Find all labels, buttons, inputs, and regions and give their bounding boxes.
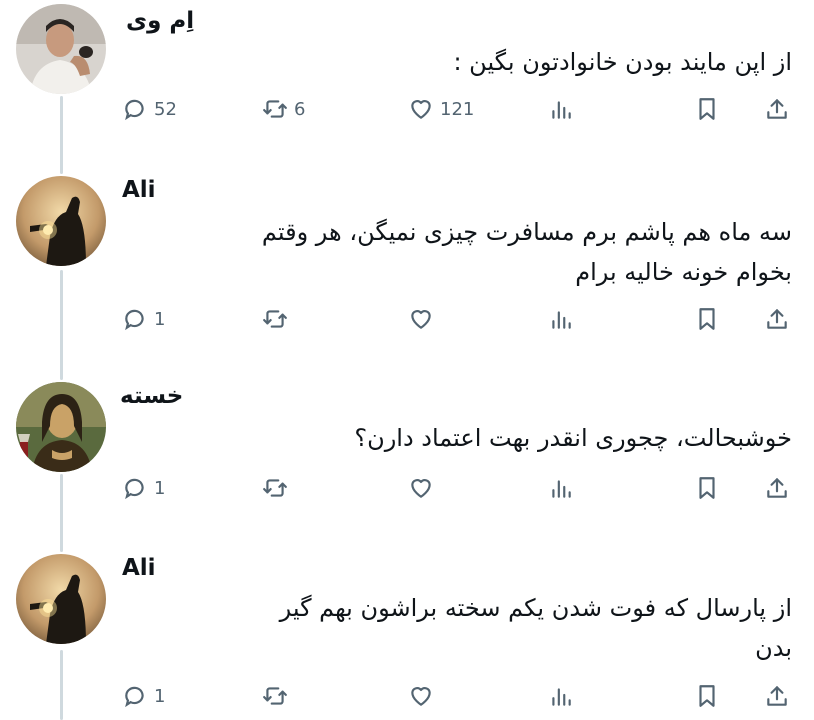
like-button[interactable]	[408, 299, 440, 339]
author-name[interactable]: Ali	[122, 555, 156, 581]
views-button[interactable]	[548, 468, 574, 508]
tweet-actions: 1	[0, 468, 814, 508]
bookmark-icon	[694, 96, 720, 122]
share-icon	[764, 96, 790, 122]
reply-button[interactable]: 1	[122, 468, 165, 508]
bookmark-button[interactable]	[694, 676, 720, 716]
like-icon	[408, 683, 434, 709]
avatar[interactable]	[16, 176, 106, 266]
views-icon	[548, 683, 574, 709]
retweet-icon	[262, 96, 288, 122]
views-icon	[548, 306, 574, 332]
views-button[interactable]	[548, 89, 574, 129]
like-button[interactable]	[408, 676, 440, 716]
share-icon	[764, 475, 790, 501]
share-icon	[764, 306, 790, 332]
reply-count: 52	[154, 98, 177, 120]
like-button[interactable]: 121	[408, 89, 474, 129]
author-name[interactable]: خسته	[120, 383, 183, 409]
tweet-actions: 52 6 121	[0, 89, 814, 129]
bookmark-icon	[694, 683, 720, 709]
reply-count: 1	[154, 308, 166, 330]
reply-button[interactable]: 1	[122, 299, 165, 339]
reply-button[interactable]: 52	[122, 89, 177, 129]
retweet-count: 6	[294, 98, 306, 120]
reply-icon	[122, 683, 148, 709]
retweet-button[interactable]	[262, 468, 294, 508]
tweet-text: از پارسال که فوت شدن یکم سخته براشون بهم…	[279, 594, 792, 662]
share-button[interactable]	[764, 468, 790, 508]
tweet-text: سه ماه هم پاشم برم مسافرت چیزی نمیگن، هر…	[261, 218, 792, 286]
reply-count: 1	[154, 477, 166, 499]
like-count: 121	[440, 98, 475, 120]
bookmark-icon	[694, 475, 720, 501]
like-button[interactable]	[408, 468, 440, 508]
reply-button[interactable]: 1	[122, 676, 165, 716]
views-button[interactable]	[548, 299, 574, 339]
avatar[interactable]	[16, 4, 106, 94]
bookmark-button[interactable]	[694, 299, 720, 339]
like-icon	[408, 475, 434, 501]
reply-icon	[122, 96, 148, 122]
bookmark-button[interactable]	[694, 89, 720, 129]
tweet-actions: 1	[0, 676, 814, 716]
bookmark-button[interactable]	[694, 468, 720, 508]
like-icon	[408, 306, 434, 332]
retweet-button[interactable]: 6	[262, 89, 305, 129]
share-button[interactable]	[764, 676, 790, 716]
share-button[interactable]	[764, 299, 790, 339]
views-icon	[548, 475, 574, 501]
views-button[interactable]	[548, 676, 574, 716]
reply-icon	[122, 475, 148, 501]
retweet-button[interactable]	[262, 676, 294, 716]
author-name[interactable]: اِم وی	[126, 8, 194, 34]
tweet-text: خوشبحالت، چجوری انقدر بهت اعتماد دارن؟	[354, 424, 792, 452]
share-button[interactable]	[764, 89, 790, 129]
retweet-icon	[262, 683, 288, 709]
author-name[interactable]: Ali	[122, 177, 156, 203]
avatar[interactable]	[16, 554, 106, 644]
tweet-text: از اپن مایند بودن خانوادتون بگین :	[453, 48, 792, 76]
reply-icon	[122, 306, 148, 332]
avatar[interactable]	[16, 382, 106, 472]
share-icon	[764, 683, 790, 709]
retweet-button[interactable]	[262, 299, 294, 339]
like-icon	[408, 96, 434, 122]
reply-count: 1	[154, 685, 166, 707]
retweet-icon	[262, 475, 288, 501]
tweet-actions: 1	[0, 299, 814, 339]
bookmark-icon	[694, 306, 720, 332]
views-icon	[548, 96, 574, 122]
retweet-icon	[262, 306, 288, 332]
